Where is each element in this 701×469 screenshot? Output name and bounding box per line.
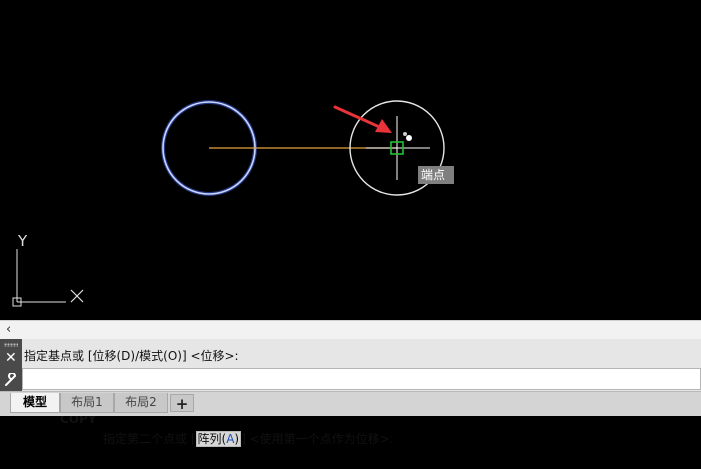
drawing-svg	[12, 100, 445, 307]
command-history-bar[interactable]: ‹	[0, 320, 701, 339]
command-icon[interactable]	[29, 371, 73, 406]
option-array-close: )	[234, 432, 240, 446]
add-layout-button[interactable]: +	[170, 394, 194, 413]
tab-layout2[interactable]: 布局2	[114, 393, 168, 413]
command-input[interactable]: COPY 指定第二个点或 [阵列(A)] <使用第一个点作为位移>:	[22, 368, 701, 447]
cursor-dot-icon	[406, 135, 412, 141]
ucs-y-label: Y	[18, 232, 28, 250]
wrench-icon[interactable]	[4, 372, 18, 391]
drag-handle-icon[interactable]	[4, 343, 18, 347]
option-array-button[interactable]: 阵列(A)	[195, 431, 242, 447]
tab-layout1[interactable]: 布局1	[60, 393, 114, 413]
ucs-icon	[12, 249, 84, 307]
collapse-history-icon[interactable]: ‹	[6, 321, 11, 338]
command-prompt: 指定第二个点或 [阵列(A)] <使用第一个点作为位移>:	[103, 429, 394, 449]
option-array-key: A	[226, 432, 235, 446]
snap-tooltip: 端点	[418, 166, 454, 184]
option-array-label: 阵列(	[197, 432, 227, 446]
close-icon[interactable]: ✕	[5, 351, 17, 365]
command-history-text: 指定基点或 [位移(D)/模式(O)] <位移>:	[24, 349, 239, 363]
command-line-window: ✕ 指定基点或 [位移(D)/模式(O)] <位移>: COPY 指定第二个点或…	[0, 339, 701, 447]
layout-tab-bar: 模型 布局1 布局2 +	[0, 391, 701, 416]
command-line-grip[interactable]: ✕	[0, 339, 22, 391]
drawing-canvas[interactable]: Y 端点	[0, 0, 701, 320]
prompt-before: 指定第二个点或 [	[103, 432, 196, 446]
tab-model[interactable]: 模型	[10, 393, 60, 413]
prompt-after: ] <使用第一个点作为位移>:	[241, 432, 394, 446]
cursor-dot-small-icon	[403, 132, 407, 136]
red-arrow-icon	[333, 105, 392, 133]
